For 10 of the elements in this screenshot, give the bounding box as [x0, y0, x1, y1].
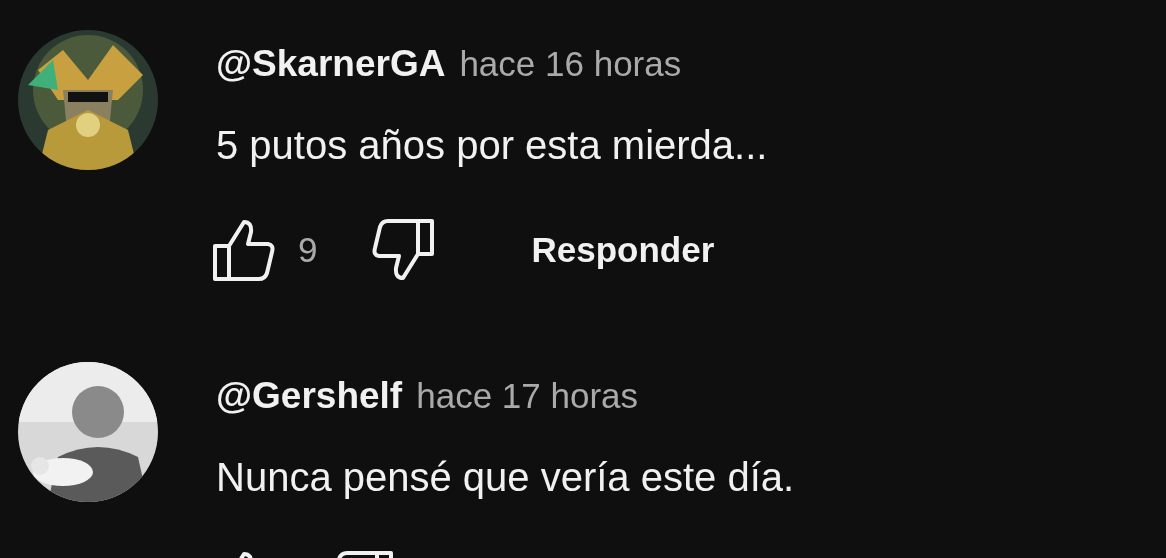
thumbs-down-icon[interactable] — [371, 218, 436, 282]
thumbs-up-icon[interactable] — [212, 218, 276, 282]
like-count: 9 — [298, 230, 318, 270]
comment-text: 5 putos años por esta mierda... — [216, 122, 769, 169]
comment-text: Nunca pensé que vería este día. — [216, 454, 796, 501]
comment-time: hace 17 horas — [416, 376, 639, 416]
reply-button[interactable]: Responder — [531, 230, 715, 270]
comment-time: hace 16 horas — [459, 44, 682, 84]
comment-author[interactable]: @SkarnerGA — [216, 43, 446, 85]
comment-author[interactable]: @Gershelf — [216, 375, 403, 417]
